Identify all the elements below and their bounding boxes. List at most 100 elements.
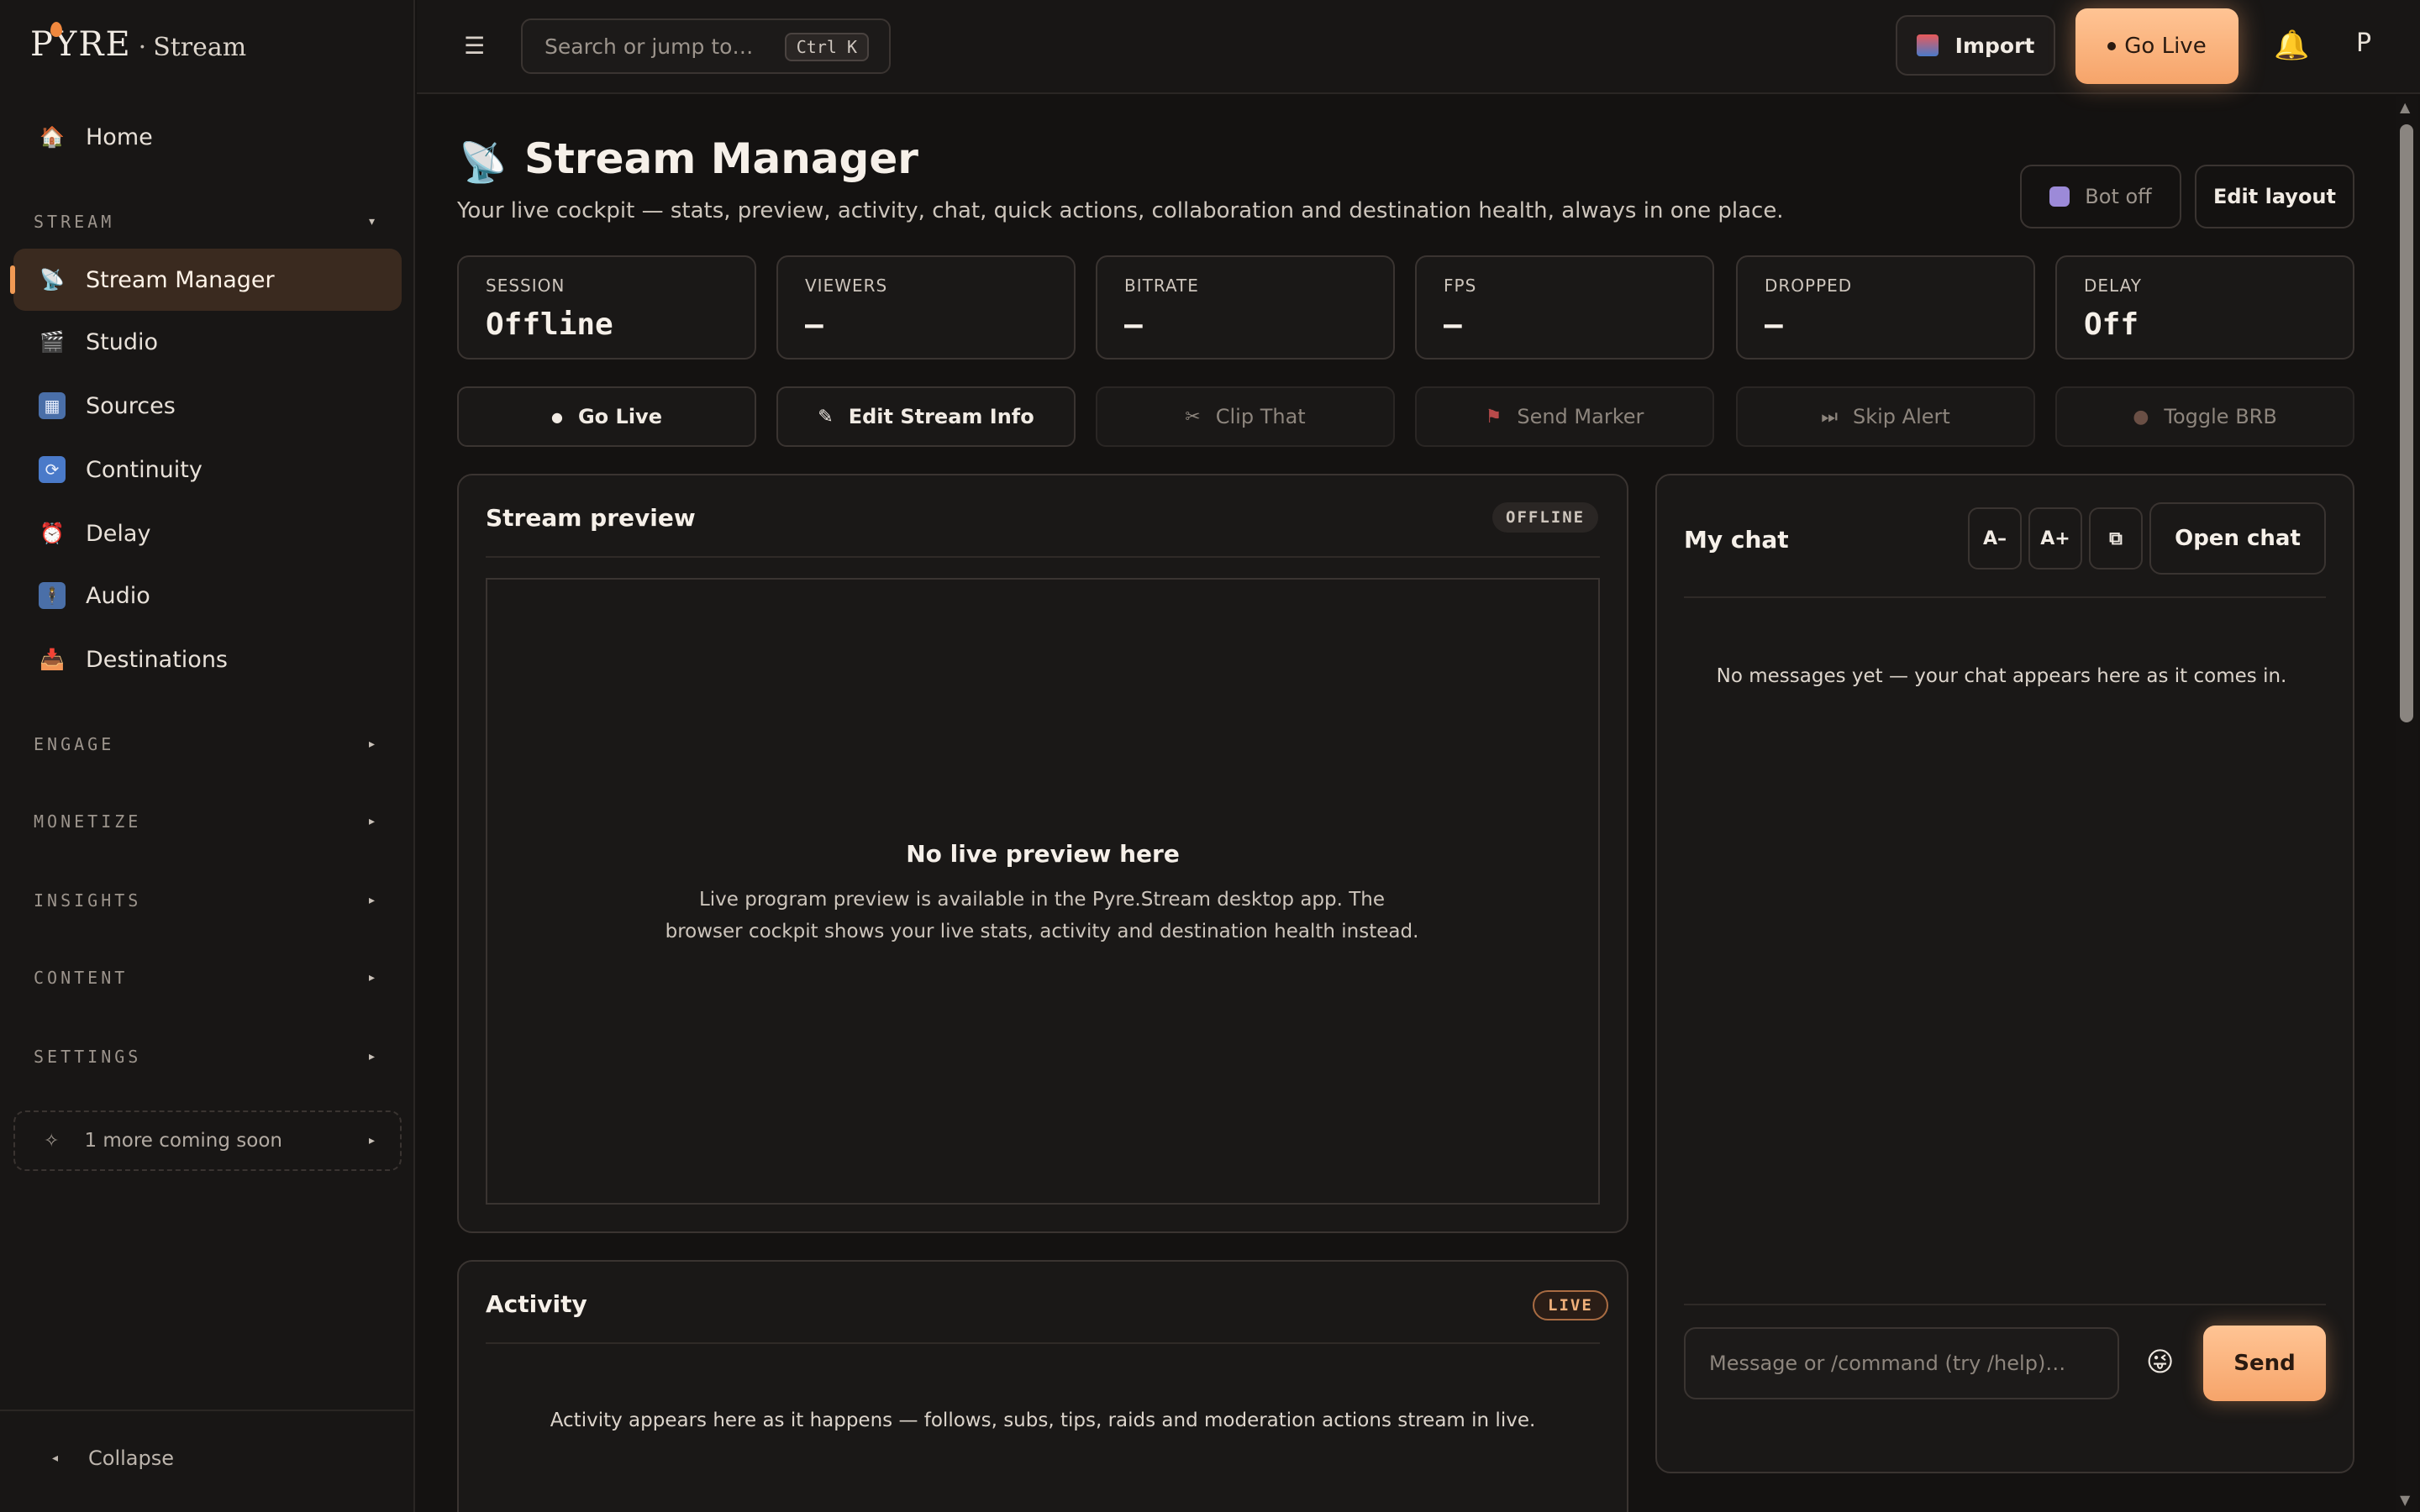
stat-value: — <box>805 307 823 342</box>
chat-empty-text: No messages yet — your chat appears here… <box>1716 665 2287 687</box>
panel-divider <box>486 556 1600 558</box>
bell-icon[interactable]: 🔔 <box>2274 29 2309 62</box>
stat-label: FPS <box>1444 276 1477 296</box>
stream-preview-title: Stream preview <box>486 504 696 532</box>
open-chat-button[interactable]: Open chat <box>2149 502 2326 575</box>
chat-message-input[interactable]: Message or /command (try /help)… <box>1684 1327 2119 1399</box>
page-title: Stream Manager <box>524 134 918 183</box>
sidebar-item-label: Sources <box>86 392 176 419</box>
dot-icon <box>2107 42 2117 50</box>
sidebar-item-label: Home <box>86 123 153 150</box>
scrollbar-thumb[interactable] <box>2400 124 2413 722</box>
stat-label: VIEWERS <box>805 276 888 296</box>
grid-icon: ▦ <box>39 392 66 419</box>
sidebar-group-monetize[interactable]: MONETIZE ▸ <box>34 805 387 838</box>
panel-divider <box>1684 1304 2326 1305</box>
stat-label: BITRATE <box>1124 276 1199 296</box>
quick-action-label: Send Marker <box>1517 405 1644 428</box>
sidebar-item-label: Stream Manager <box>86 266 275 293</box>
search-placeholder: Search or jump to… <box>544 34 754 59</box>
sidebar-group-stream[interactable]: STREAM ▾ <box>34 205 387 239</box>
chat-input-placeholder: Message or /command (try /help)… <box>1709 1352 2066 1375</box>
app-logo[interactable]: PYRE · Stream <box>30 22 246 72</box>
go-live-button[interactable]: Go Live <box>2075 8 2238 84</box>
pencil-icon: ✎ <box>818 406 834 428</box>
quick-action-skip-alert[interactable]: ⏭ Skip Alert <box>1736 386 2035 447</box>
coming-soon-item[interactable]: ✧ 1 more coming soon ▸ <box>13 1110 402 1171</box>
bot-toggle-button[interactable]: Bot off <box>2020 165 2181 228</box>
stat-card-dropped: DROPPED — <box>1736 255 2035 360</box>
sidebar-item-home[interactable]: 🏠 Home <box>13 106 402 168</box>
sidebar-item-audio[interactable]: 🕴 Audio <box>13 564 402 627</box>
stat-card-fps: FPS — <box>1415 255 1714 360</box>
font-decrease-button[interactable]: A– <box>1968 507 2022 570</box>
collapse-button[interactable]: ◂ Collapse <box>52 1446 174 1470</box>
import-button[interactable]: Import <box>1896 15 2055 76</box>
scroll-down-arrow-icon[interactable]: ▼ <box>2400 1492 2410 1508</box>
profile-avatar[interactable]: P <box>2356 29 2371 58</box>
clapperboard-icon: 🎬 <box>39 330 65 354</box>
sidebar: PYRE · Stream 🏠 Home STREAM ▾ 📡 Stream M… <box>0 0 415 1512</box>
panel-divider <box>1684 596 2326 598</box>
activity-panel <box>457 1260 1628 1512</box>
chat-title: My chat <box>1684 526 1789 554</box>
edit-layout-button[interactable]: Edit layout <box>2195 165 2354 228</box>
sidebar-item-label: Continuity <box>86 456 203 483</box>
sidebar-item-sources[interactable]: ▦ Sources <box>13 375 402 437</box>
repeat-icon: ⟳ <box>39 456 66 483</box>
stat-card-viewers: VIEWERS — <box>776 255 1076 360</box>
quick-action-label: Go Live <box>577 405 662 428</box>
robot-icon <box>2049 186 2070 207</box>
group-label: STREAM <box>34 212 115 232</box>
emoji-icon[interactable]: 😜 <box>2146 1346 2174 1378</box>
quick-action-go-live[interactable]: ● Go Live <box>457 386 756 447</box>
chat-panel <box>1655 474 2354 1473</box>
preview-empty-title: No live preview here <box>906 840 1180 868</box>
person-standing-icon: 🕴 <box>39 582 66 609</box>
preview-empty-text: Live program preview is available in the… <box>665 889 1419 942</box>
quick-action-send-marker[interactable]: ⚑ Send Marker <box>1415 386 1714 447</box>
quick-action-label: Clip That <box>1215 405 1306 428</box>
chevron-down-icon: ▾ <box>368 215 375 228</box>
flag-icon: ⚑ <box>1485 406 1502 428</box>
house-icon: 🏠 <box>39 125 65 149</box>
quick-action-toggle-brb[interactable]: ● Toggle BRB <box>2055 386 2354 447</box>
coming-soon-label: 1 more coming soon <box>84 1130 282 1152</box>
sidebar-group-content[interactable]: CONTENT ▸ <box>34 961 387 995</box>
scroll-up-arrow-icon[interactable]: ▲ <box>2400 99 2410 115</box>
stat-label: SESSION <box>486 276 566 296</box>
sidebar-item-delay[interactable]: ⏰ Delay <box>13 502 402 564</box>
font-increase-button[interactable]: A+ <box>2028 507 2082 570</box>
go-live-label: Go Live <box>2124 34 2207 59</box>
quick-action-clip-that[interactable]: ✂ Clip That <box>1096 386 1395 447</box>
menu-icon[interactable]: ☰ <box>464 32 485 60</box>
sidebar-group-engage[interactable]: ENGAGE ▸ <box>34 727 387 761</box>
sidebar-item-stream-manager[interactable]: 📡 Stream Manager <box>10 249 402 311</box>
import-label: Import <box>1954 33 2035 58</box>
sidebar-item-destinations[interactable]: 📥 Destinations <box>13 628 402 690</box>
stat-label: DELAY <box>2084 276 2142 296</box>
sidebar-group-insights[interactable]: INSIGHTS ▸ <box>34 884 387 917</box>
quick-action-edit-stream-info[interactable]: ✎ Edit Stream Info <box>776 386 1076 447</box>
popout-window-icon[interactable]: ⧉ <box>2089 507 2143 570</box>
sidebar-item-label: Studio <box>86 328 158 355</box>
activity-title: Activity <box>486 1290 587 1318</box>
stat-value: Off <box>2084 307 2139 342</box>
search-input[interactable]: Search or jump to… Ctrl K <box>521 18 891 74</box>
chevron-right-icon: ▸ <box>368 894 375 907</box>
sidebar-item-studio[interactable]: 🎬 Studio <box>13 311 402 373</box>
collapse-label: Collapse <box>88 1446 175 1470</box>
sidebar-divider <box>0 1410 415 1411</box>
chevron-right-icon: ▸ <box>368 1050 375 1063</box>
sidebar-group-settings[interactable]: SETTINGS ▸ <box>34 1040 387 1074</box>
stat-card-delay: DELAY Off <box>2055 255 2354 360</box>
sidebar-item-label: Delay <box>86 520 151 547</box>
chevron-left-icon: ◂ <box>52 1452 59 1465</box>
quick-action-label: Toggle BRB <box>2164 405 2277 428</box>
sidebar-item-continuity[interactable]: ⟳ Continuity <box>13 438 402 501</box>
stat-card-bitrate: BITRATE — <box>1096 255 1395 360</box>
group-label: MONETIZE <box>34 811 142 832</box>
chevron-right-icon: ▸ <box>368 971 375 984</box>
send-button[interactable]: Send <box>2203 1326 2326 1401</box>
status-badge-offline: OFFLINE <box>1492 502 1599 533</box>
